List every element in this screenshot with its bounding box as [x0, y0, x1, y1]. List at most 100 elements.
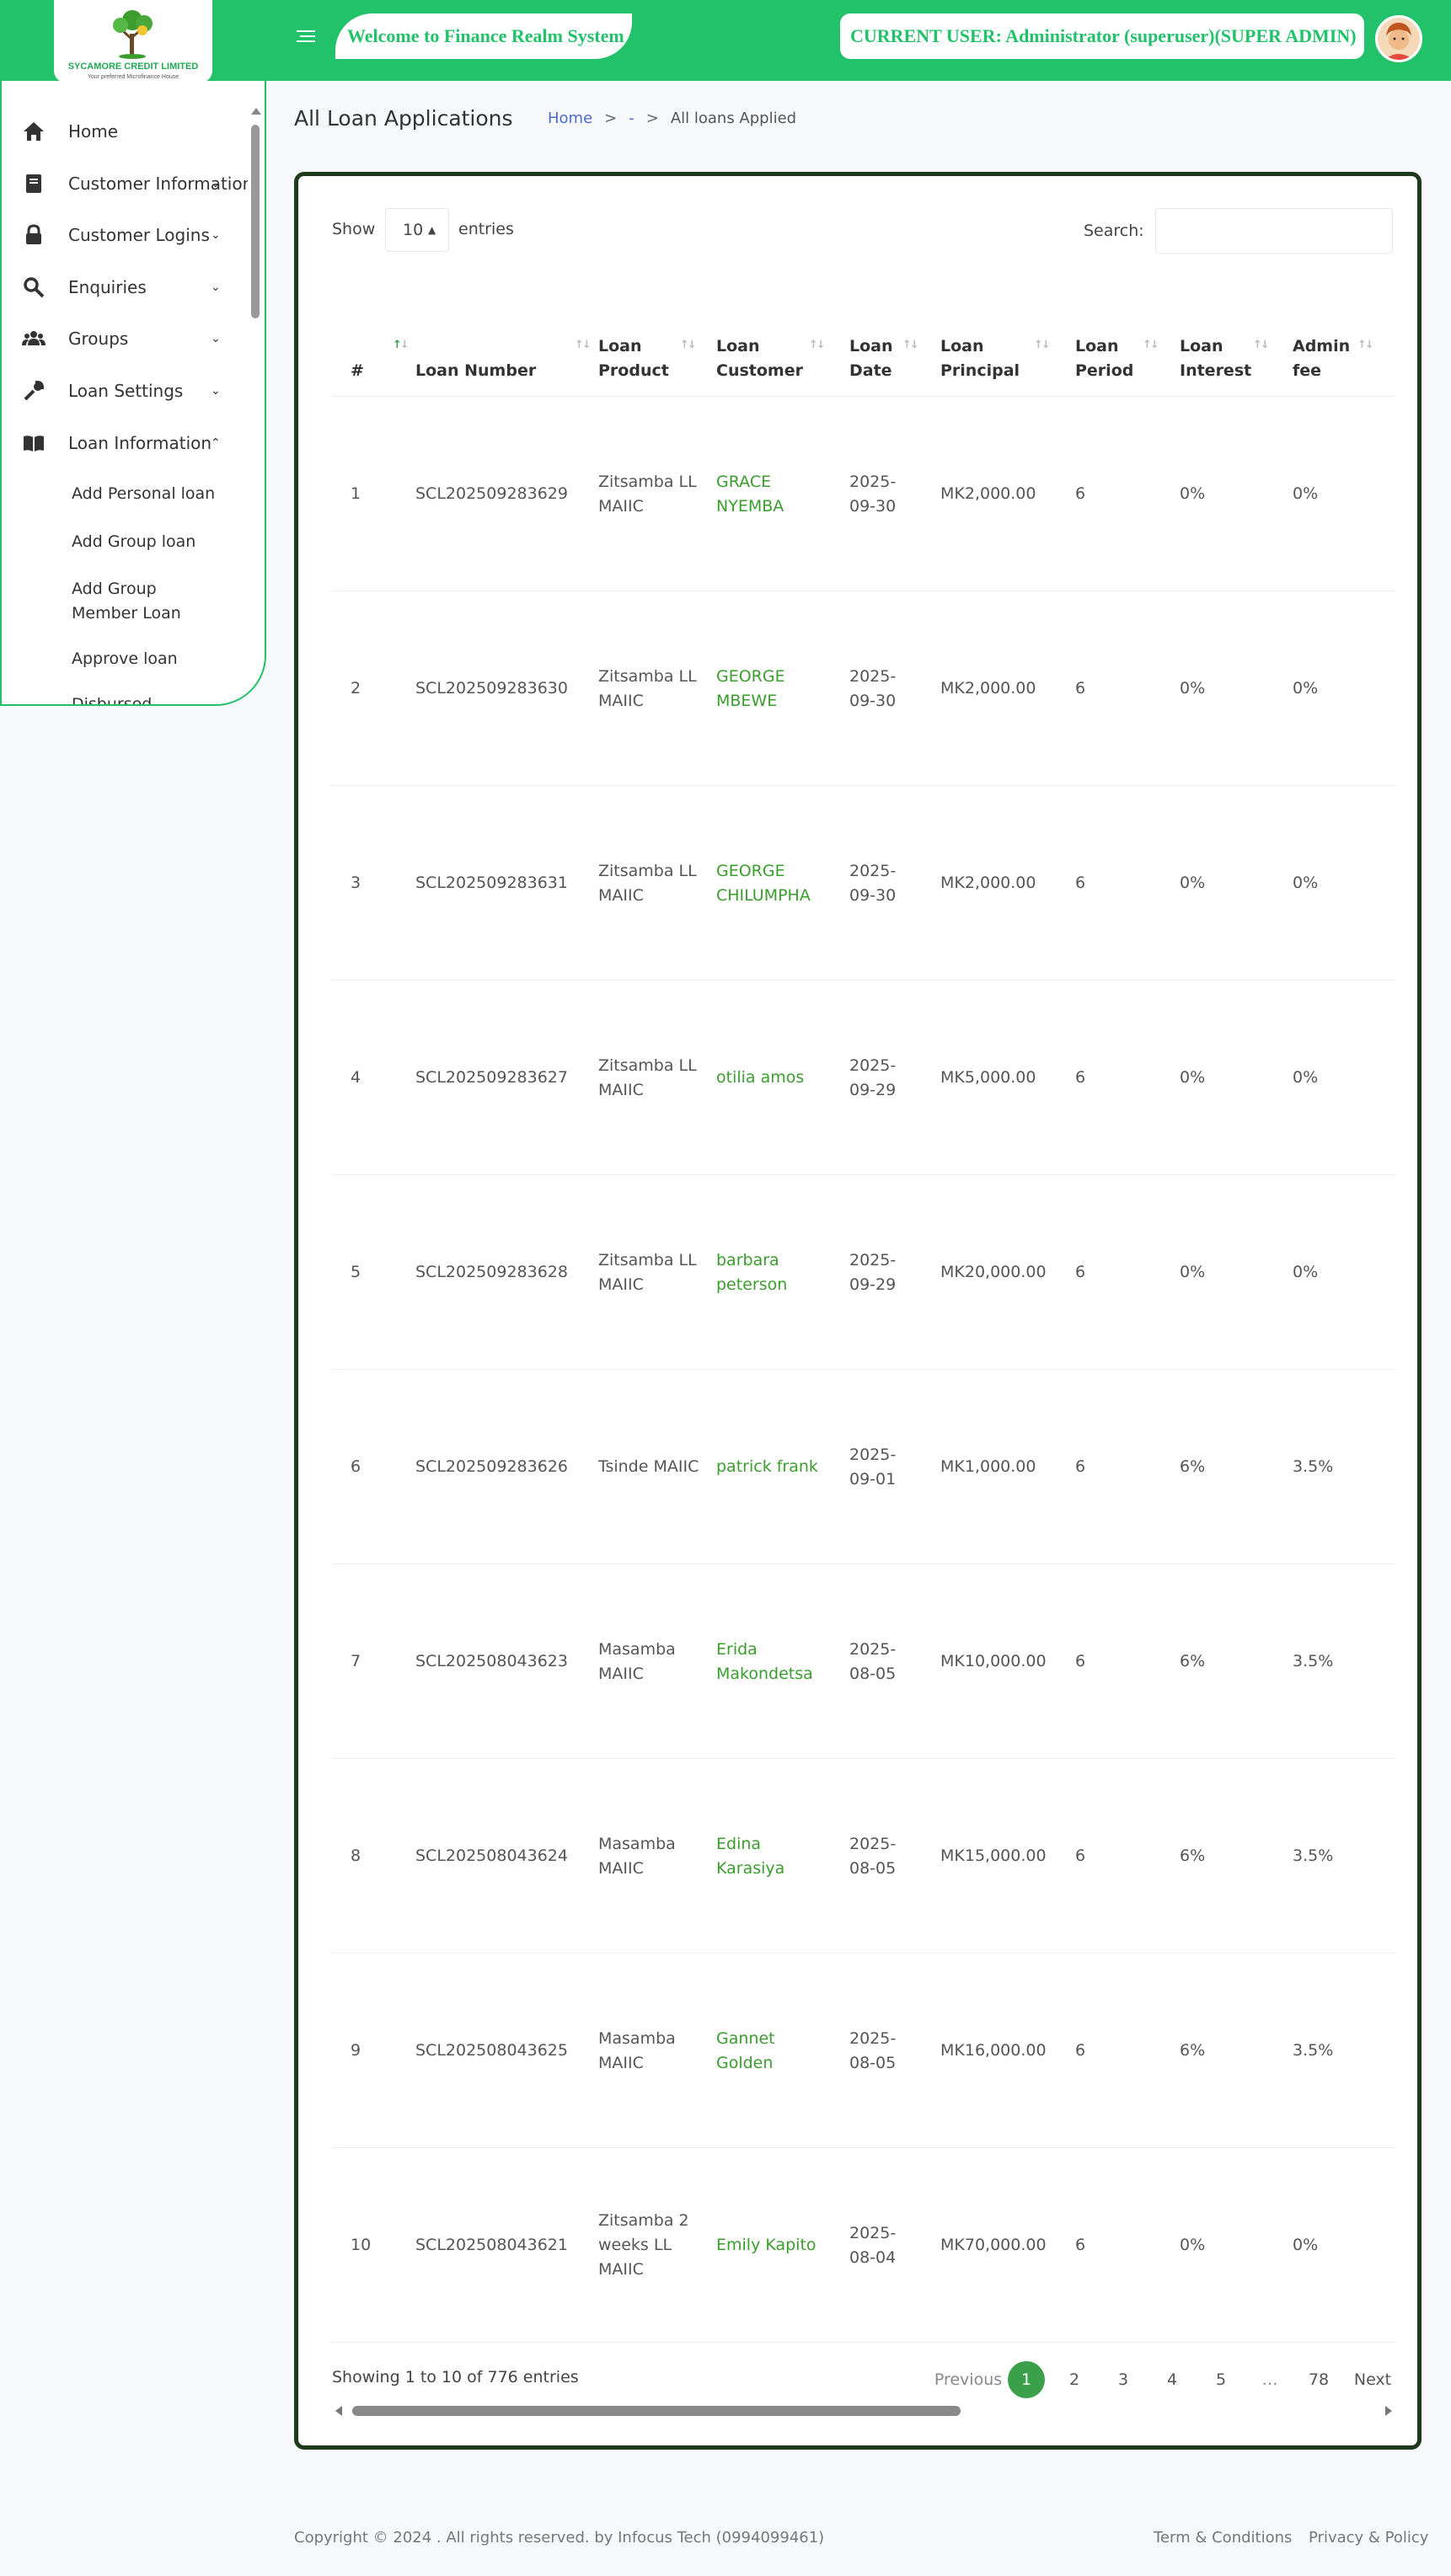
page-length-select[interactable]: 10 ▲ — [385, 208, 449, 252]
sidebar-item-label: Loan Information — [68, 433, 212, 453]
search-input[interactable] — [1155, 208, 1393, 254]
sidebar-scroll-thumb[interactable] — [251, 125, 260, 318]
cell-product: Zitsamba LL MAIIC — [598, 1056, 697, 1099]
submenu-approve-loan[interactable]: Approve loan — [72, 647, 178, 671]
column-label: Loan Product — [598, 337, 669, 380]
table-horizontal-scrollbar[interactable] — [332, 2403, 1395, 2418]
sort-icon: ↑↓ — [809, 339, 826, 351]
sidebar-item-loan-information[interactable]: Loan Information ⌃ — [2, 422, 248, 464]
lock-icon — [26, 224, 41, 244]
cell-interest: 0% — [1180, 2236, 1206, 2254]
sort-icon: ↑↓ — [1357, 339, 1374, 351]
sort-icon: ↑↓ — [680, 339, 697, 351]
column-header-index[interactable]: # ↑↓ — [351, 316, 410, 397]
scroll-right-arrow-icon[interactable] — [1385, 2406, 1392, 2416]
submenu-add-group-loan[interactable]: Add Group loan — [72, 530, 195, 554]
column-header-loan-interest[interactable]: Loan Interest ↑↓ — [1180, 316, 1281, 397]
pagination-page-5[interactable]: 5 — [1202, 2361, 1240, 2398]
cell-customer[interactable]: otilia amos — [716, 1066, 834, 1090]
pagination-next[interactable]: Next — [1349, 2361, 1396, 2398]
column-label: Loan Number — [415, 361, 537, 380]
cell-customer[interactable]: Gannet Golden — [716, 2027, 834, 2076]
cell-customer[interactable]: Edina Karasiya — [716, 1832, 834, 1881]
cell-customer[interactable]: GEORGE CHILUMPHA — [716, 859, 834, 908]
sidebar-item-customer-information[interactable]: Customer Information ⌄ — [2, 163, 248, 205]
submenu-disbursed[interactable]: Disbursed — [72, 692, 152, 704]
pagination-page-3[interactable]: 3 — [1105, 2361, 1142, 2398]
column-header-loan-product[interactable]: Loan Product ↑↓ — [598, 316, 699, 397]
breadcrumb-home[interactable]: Home — [548, 110, 592, 127]
column-header-loan-customer[interactable]: Loan Customer ↑↓ — [716, 316, 834, 397]
sidebar-item-label: Customer Information — [68, 174, 248, 194]
chevron-down-icon: ⌄ — [211, 384, 221, 398]
cell-product: Tsinde MAIIC — [598, 1457, 699, 1476]
column-label: Loan Customer — [716, 337, 803, 380]
scroll-up-arrow-icon[interactable] — [251, 108, 261, 115]
logo-company-name: SYCAMORE CREDIT LIMITED — [67, 61, 199, 72]
chevron-down-icon: ⌄ — [211, 177, 221, 190]
pagination: Previous 1 2 3 4 5 … 78 Next — [298, 2361, 1426, 2402]
table-row: 7 SCL202508043623 Masamba MAIIC Erida Makon… — [332, 1564, 1395, 1759]
current-user-badge: CURRENT USER: Administrator (superuser)(… — [840, 13, 1364, 59]
breadcrumb-separator: > — [604, 110, 618, 127]
pagination-page-2[interactable]: 2 — [1056, 2361, 1093, 2398]
sidebar-scrollbar[interactable] — [249, 106, 261, 704]
cell-principal: MK20,000.00 — [940, 1263, 1047, 1281]
footer-link-terms[interactable]: Term & Conditions — [1154, 2529, 1292, 2547]
sidebar-menu: Home Customer Information ⌄ Customer Log… — [2, 81, 248, 704]
sidebar-item-loan-settings[interactable]: Loan Settings ⌄ — [2, 370, 248, 412]
cell-number: SCL202509283628 — [415, 1263, 568, 1281]
submenu-add-group-member-loan[interactable]: Add Group Member Loan — [72, 577, 206, 626]
cell-product: Masamba MAIIC — [598, 2029, 676, 2072]
cell-product: Zitsamba LL MAIIC — [598, 667, 697, 710]
breadcrumb-middle[interactable]: - — [629, 110, 634, 127]
company-logo[interactable]: SYCAMORE CREDIT LIMITED Your preferred M… — [52, 0, 214, 84]
cell-n: 8 — [351, 1846, 361, 1865]
user-avatar[interactable] — [1375, 15, 1422, 62]
cell-customer[interactable]: patrick frank — [716, 1455, 834, 1479]
search-icon — [24, 277, 45, 298]
sidebar-item-enquiries[interactable]: Enquiries ⌄ — [2, 266, 248, 308]
pagination-ellipsis: … — [1261, 2370, 1278, 2389]
submenu-add-personal-loan[interactable]: Add Personal loan — [72, 482, 215, 506]
cell-product: Zitsamba LL MAIIC — [598, 862, 697, 905]
column-header-loan-date[interactable]: Loan Date ↑↓ — [849, 316, 925, 397]
logo-tagline: Your preferred Microfinance House — [87, 74, 179, 80]
column-header-admin-fee[interactable]: Admin fee ↑↓ — [1293, 316, 1385, 397]
column-header-loan-principal[interactable]: Loan Principal ↑↓ — [940, 316, 1058, 397]
column-header-loan-number[interactable]: Loan Number ↑↓ — [415, 316, 592, 397]
cell-customer[interactable]: GEORGE MBEWE — [716, 665, 834, 713]
breadcrumb-separator: > — [645, 110, 659, 127]
column-label: Loan Period — [1075, 337, 1134, 380]
cell-customer[interactable]: Erida Makondetsa — [716, 1638, 834, 1686]
scroll-left-arrow-icon[interactable] — [335, 2406, 342, 2416]
cell-admin-fee: 3.5% — [1293, 2041, 1334, 2060]
table-row: 10 SCL202508043621 Zitsamba 2 weeks LL MAI… — [332, 2148, 1395, 2343]
cell-date: 2025-09-29 — [849, 1056, 897, 1099]
cell-period: 6 — [1075, 1457, 1086, 1476]
cell-customer[interactable]: barbara peterson — [716, 1248, 834, 1297]
table-scroll-thumb[interactable] — [352, 2406, 961, 2416]
pagination-page-4[interactable]: 4 — [1154, 2361, 1191, 2398]
cell-admin-fee: 3.5% — [1293, 1457, 1334, 1476]
footer-link-privacy[interactable]: Privacy & Policy — [1309, 2529, 1428, 2547]
welcome-banner: Welcome to Finance Realm System — [335, 13, 632, 59]
pagination-previous[interactable]: Previous — [930, 2361, 1006, 2398]
table-row: 3 SCL202509283631 Zitsamba LL MAIIC GEORGE … — [332, 786, 1395, 981]
cell-principal: MK5,000.00 — [940, 1068, 1036, 1087]
pagination-page-78[interactable]: 78 — [1300, 2361, 1337, 2398]
cell-customer[interactable]: GRACE NYEMBA — [716, 470, 834, 519]
cell-customer[interactable]: Emily Kapito — [716, 2233, 834, 2258]
sort-icon: ↑↓ — [393, 339, 410, 351]
sidebar-item-groups[interactable]: Groups ⌄ — [2, 318, 248, 360]
menu-toggle-icon[interactable] — [292, 25, 320, 54]
cell-date: 2025-09-01 — [849, 1446, 897, 1488]
pagination-page-1[interactable]: 1 — [1008, 2361, 1045, 2398]
sidebar-item-home[interactable]: Home — [2, 110, 248, 152]
cell-principal: MK1,000.00 — [940, 1457, 1036, 1476]
cell-product: Zitsamba 2 weeks LL MAIIC — [598, 2211, 689, 2279]
sidebar-item-label: Enquiries — [68, 277, 147, 297]
cell-period: 6 — [1075, 2236, 1086, 2254]
sidebar-item-customer-logins[interactable]: Customer Logins ⌄ — [2, 214, 248, 256]
column-header-loan-period[interactable]: Loan Period ↑↓ — [1075, 316, 1168, 397]
